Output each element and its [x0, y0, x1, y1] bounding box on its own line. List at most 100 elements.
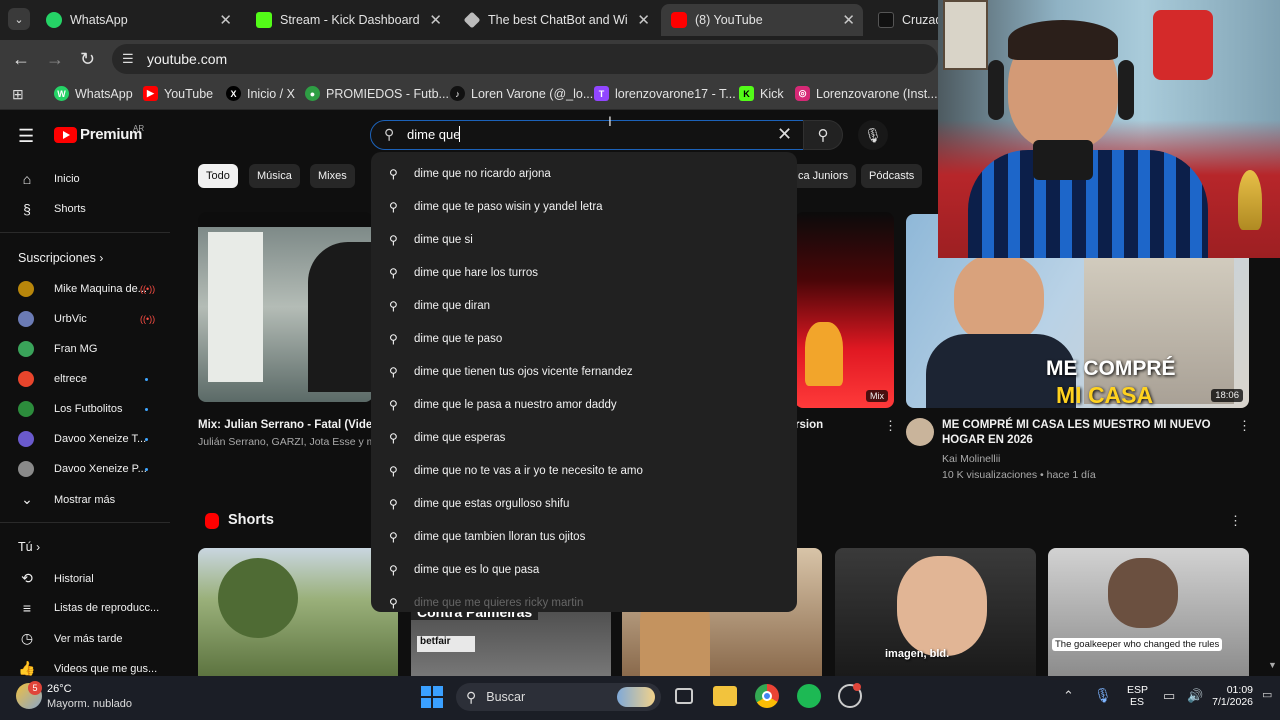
sidebar-item-label: Mostrar más — [54, 493, 116, 506]
tab-youtube[interactable]: (8) YouTube ✕ — [661, 4, 863, 36]
video-title[interactable]: Mix: Julian Serrano - Fatal (Vide — [198, 418, 373, 433]
bookmark-promiedos[interactable]: ● PROMIEDOS - Futb... — [305, 86, 449, 101]
search-suggestion[interactable]: ⚲ dime que hare los turros — [389, 266, 538, 280]
windows-start-icon[interactable] — [421, 686, 443, 708]
scroll-down-arrow-icon[interactable]: ▼ — [1268, 660, 1277, 670]
search-suggestion[interactable]: ⚲ dime que tienen tus ojos vicente fernan… — [389, 365, 633, 379]
menu-icon[interactable]: ☰ — [18, 126, 34, 147]
back-icon[interactable]: ← — [12, 49, 30, 70]
show-more-button[interactable]: ⌄ Mostrar más — [18, 491, 115, 508]
chip-boca-juniors[interactable]: ca Juniors — [790, 164, 857, 188]
spotify-icon[interactable] — [797, 684, 821, 708]
subscriptions-header[interactable]: Suscripciones › — [18, 251, 103, 265]
search-suggestion[interactable]: ⚲ dime que si — [389, 233, 473, 247]
site-settings-icon[interactable]: ☰ — [122, 51, 134, 67]
language-indicator[interactable]: ESP ES — [1127, 684, 1148, 708]
more-options-icon[interactable]: ⋮ — [884, 418, 897, 434]
short-caption: imagen, bld. — [885, 648, 950, 660]
clear-search-icon[interactable]: ✕ — [777, 124, 792, 145]
close-icon[interactable]: ✕ — [219, 11, 232, 29]
search-suggestion[interactable]: ⚲ dime que diran — [389, 299, 490, 313]
weather-temp[interactable]: 26°C — [47, 683, 72, 695]
chevron-up-icon[interactable]: ⌃ — [1063, 688, 1074, 704]
video-thumbnail[interactable]: Mix — [795, 212, 894, 408]
notifications-icon[interactable]: ▭ — [1262, 688, 1272, 701]
short-thumbnail[interactable]: imagen, bld. — [835, 548, 1036, 676]
search-suggestion[interactable]: ⚲ dime que no te vas a ir yo te necesito … — [389, 464, 643, 478]
bookmark-whatsapp[interactable]: W WhatsApp — [54, 86, 133, 101]
chip-mixes[interactable]: Mixes — [310, 164, 355, 188]
suggestion-text: dime que hare los turros — [414, 267, 539, 279]
you-header[interactable]: Tú › — [18, 540, 40, 554]
forward-icon[interactable]: → — [46, 49, 64, 70]
bookmark-youtube[interactable]: ▶ YouTube — [143, 86, 213, 101]
sidebar-item-sub[interactable]: Davoo Xeneize T... — [18, 431, 146, 447]
close-icon[interactable]: ✕ — [842, 11, 855, 29]
short-thumbnail[interactable] — [198, 548, 398, 676]
voice-search-button[interactable]: 🎙 — [858, 120, 888, 150]
chip-musica[interactable]: Música — [249, 164, 300, 188]
close-icon[interactable]: ✕ — [429, 11, 442, 29]
more-options-icon[interactable]: ⋮ — [1229, 513, 1242, 529]
sidebar-item-sub[interactable]: eltrece — [18, 371, 87, 387]
close-icon[interactable]: ✕ — [637, 11, 650, 29]
search-suggestion[interactable]: ⚲ dime que esperas — [389, 431, 505, 445]
tab-tiktok[interactable]: Cruzado — [868, 4, 948, 36]
search-icon: ⚲ — [389, 200, 398, 214]
address-url[interactable]: youtube.com — [147, 51, 227, 67]
reload-icon[interactable]: ↻ — [80, 49, 95, 70]
video-thumbnail[interactable] — [198, 212, 373, 402]
bookmark-kick[interactable]: K Kick — [739, 86, 784, 101]
sidebar-item-playlists[interactable]: ≡ Listas de reproducc... — [18, 600, 159, 616]
microphone-icon[interactable]: 🎙 — [1094, 687, 1112, 704]
taskbar-search[interactable]: ⚲ Buscar — [456, 683, 661, 711]
search-suggestion[interactable]: ⚲ dime que te paso wisin y yandel letra — [389, 200, 603, 214]
video-title[interactable]: ME COMPRÉ MI CASA LES MUESTRO MI NUEVO H… — [942, 418, 1227, 448]
sidebar-item-inicio[interactable]: ⌂ Inicio — [18, 171, 80, 187]
bookmark-twitch[interactable]: Tlorenzovarone17 - T... — [594, 86, 736, 101]
sidebar-item-sub[interactable]: Mike Maquina de... — [18, 281, 147, 297]
file-explorer-icon[interactable] — [713, 686, 737, 706]
address-bar[interactable] — [112, 44, 938, 74]
sidebar-item-watch-later[interactable]: ◷ Ver más tarde — [18, 630, 123, 647]
search-icon: ⚲ — [389, 431, 398, 445]
short-thumbnail[interactable]: The goalkeeper who changed the rules — [1048, 548, 1249, 676]
clock[interactable]: 01:09 7/1/2026 — [1205, 684, 1253, 708]
bookmark-x[interactable]: X Inicio / X — [226, 86, 295, 101]
kick-icon: K — [739, 86, 754, 101]
video-title[interactable]: rsion — [795, 418, 823, 433]
task-view-icon[interactable] — [675, 688, 693, 704]
chip-podcasts[interactable]: Pódcasts — [861, 164, 923, 188]
chip-todo[interactable]: Todo — [198, 164, 238, 188]
volume-icon[interactable]: 🔊 — [1187, 688, 1203, 704]
search-suggestion[interactable]: ⚲ dime que te paso — [389, 332, 502, 346]
tab-chatbot[interactable]: The best ChatBot and Widge ✕ — [454, 4, 658, 36]
search-suggestion[interactable]: ⚲ dime que estas orgulloso shifu — [389, 497, 569, 511]
weather-desc[interactable]: Mayorm. nublado — [47, 698, 132, 710]
apps-grid-icon[interactable]: ⊞ — [12, 86, 24, 103]
sidebar-item-liked[interactable]: 👍 Videos que me gus... — [18, 660, 157, 677]
sidebar-item-sub[interactable]: UrbVic — [18, 311, 87, 327]
channel-name[interactable]: Kai Molinellii — [942, 452, 1000, 467]
tab-whatsapp[interactable]: WhatsApp ✕ — [36, 4, 240, 36]
tab-search-button[interactable]: ⌄ — [8, 8, 30, 30]
search-suggestion[interactable]: ⚲ dime que tambien lloran tus ojitos — [389, 530, 585, 544]
search-suggestion[interactable]: ⚲ dime que no ricardo arjona — [389, 167, 551, 181]
network-icon[interactable]: ▭ — [1163, 688, 1175, 704]
youtube-premium-logo[interactable]: Premium — [54, 126, 142, 143]
search-suggestion[interactable]: ⚲ dime que me quieres ricky martin — [389, 596, 583, 610]
bookmark-instagram[interactable]: ◎ Lorenzovarone (Inst... — [795, 86, 938, 101]
search-value[interactable]: dime que — [407, 127, 460, 142]
search-button[interactable]: ⚲ — [803, 120, 843, 150]
search-suggestion[interactable]: ⚲ dime que es lo que pasa — [389, 563, 539, 577]
sidebar-item-shorts[interactable]: § Shorts — [18, 201, 86, 217]
sidebar-item-sub[interactable]: Davoo Xeneize P... — [18, 461, 147, 477]
sidebar-item-sub[interactable]: Fran MG — [18, 341, 97, 357]
sidebar-item-history[interactable]: ⟲ Historial — [18, 570, 94, 587]
more-options-icon[interactable]: ⋮ — [1238, 418, 1251, 434]
tab-kick-dashboard[interactable]: Stream - Kick Dashboard ✕ — [246, 4, 450, 36]
sidebar-item-sub[interactable]: Los Futbolitos — [18, 401, 122, 417]
channel-avatar[interactable] — [906, 418, 934, 446]
search-suggestion[interactable]: ⚲ dime que le pasa a nuestro amor daddy — [389, 398, 617, 412]
bookmark-tiktok[interactable]: ♪ Loren Varone (@_lo... — [450, 86, 593, 101]
